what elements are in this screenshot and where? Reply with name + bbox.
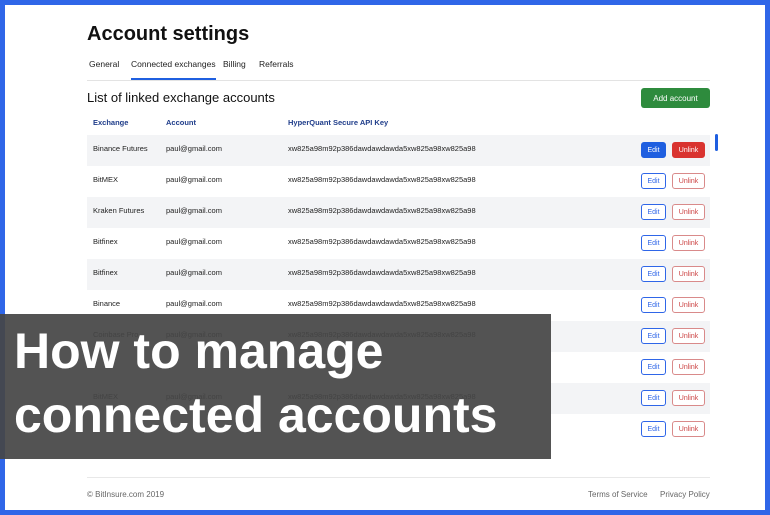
tab-connected-exchanges[interactable]: Connected exchanges xyxy=(131,58,216,80)
table-row[interactable]: BitMEX paul@gmail.com xw825a98m92p386dawda… xyxy=(87,166,710,197)
table-row[interactable]: Bitfinex paul@gmail.com xw825a98m92p386daw… xyxy=(87,259,710,290)
unlink-button[interactable]: Unlink xyxy=(672,173,705,189)
account-email: paul@gmail.com xyxy=(166,175,222,184)
account-email: paul@gmail.com xyxy=(166,144,222,153)
unlink-button[interactable]: Unlink xyxy=(672,328,705,344)
tab-referrals[interactable]: Referrals xyxy=(259,58,293,78)
edit-button[interactable]: Edit xyxy=(641,142,666,158)
account-email: paul@gmail.com xyxy=(166,237,222,246)
unlink-button[interactable]: Unlink xyxy=(672,421,705,437)
edit-button[interactable]: Edit xyxy=(641,359,666,375)
api-key: xw825a98m92p386dawdawdawda5xw825a98xw825… xyxy=(288,268,476,277)
edit-button[interactable]: Edit xyxy=(641,204,666,220)
column-header-api-key: HyperQuant Secure API Key xyxy=(288,118,389,127)
edit-button[interactable]: Edit xyxy=(641,390,666,406)
column-header-account: Account xyxy=(166,118,196,127)
add-account-button[interactable]: Add account xyxy=(641,88,710,108)
exchange-name: Binance xyxy=(93,299,121,308)
unlink-button[interactable]: Unlink xyxy=(672,235,705,251)
exchange-name: Bitfinex xyxy=(93,237,118,246)
exchange-name: BitMEX xyxy=(93,175,119,184)
tab-billing[interactable]: Billing xyxy=(223,58,246,78)
edit-button[interactable]: Edit xyxy=(641,235,666,251)
tab-general[interactable]: General xyxy=(89,58,119,78)
unlink-button[interactable]: Unlink xyxy=(672,204,705,220)
account-email: paul@gmail.com xyxy=(166,268,222,277)
column-header-exchange: Exchange xyxy=(93,118,129,127)
privacy-link[interactable]: Privacy Policy xyxy=(660,490,710,499)
api-key: xw825a98m92p386dawdawdawda5xw825a98xw825… xyxy=(288,299,476,308)
unlink-button[interactable]: Unlink xyxy=(672,266,705,282)
api-key: xw825a98m92p386dawdawdawda5xw825a98xw825… xyxy=(288,175,476,184)
banner-line-2: connected accounts xyxy=(14,387,498,443)
terms-link[interactable]: Terms of Service xyxy=(588,490,648,499)
edit-button[interactable]: Edit xyxy=(641,421,666,437)
footer-divider xyxy=(87,477,710,478)
page-title: Account settings xyxy=(87,23,250,45)
copyright-text: © BitInsure.com 2019 xyxy=(87,490,165,499)
exchange-name: Binance Futures xyxy=(93,144,148,153)
exchange-name: Bitfinex xyxy=(93,268,118,277)
unlink-button[interactable]: Unlink xyxy=(672,297,705,313)
table-row[interactable]: Bitfinex paul@gmail.com xw825a98m92p386daw… xyxy=(87,228,710,259)
scrollbar[interactable] xyxy=(715,134,718,151)
edit-button[interactable]: Edit xyxy=(641,328,666,344)
api-key: xw825a98m92p386dawdawdawda5xw825a98xw825… xyxy=(288,144,476,153)
table-row[interactable]: Binance Futures paul@gmail.com xw825a98m92… xyxy=(87,135,710,166)
unlink-button[interactable]: Unlink xyxy=(672,142,705,158)
unlink-button[interactable]: Unlink xyxy=(672,359,705,375)
banner-line-1: How to manage xyxy=(14,323,384,379)
exchange-name: Kraken Futures xyxy=(93,206,145,215)
title-banner: How to manage connected accounts xyxy=(0,314,551,459)
account-email: paul@gmail.com xyxy=(166,206,222,215)
table-row[interactable]: Kraken Futures paul@gmail.com xw825a98m92p… xyxy=(87,197,710,228)
edit-button[interactable]: Edit xyxy=(641,297,666,313)
section-title: List of linked exchange accounts xyxy=(87,90,275,105)
account-email: paul@gmail.com xyxy=(166,299,222,308)
unlink-button[interactable]: Unlink xyxy=(672,390,705,406)
settings-tabs: General Connected exchanges Billing Refe… xyxy=(87,58,710,81)
edit-button[interactable]: Edit xyxy=(641,173,666,189)
api-key: xw825a98m92p386dawdawdawda5xw825a98xw825… xyxy=(288,237,476,246)
edit-button[interactable]: Edit xyxy=(641,266,666,282)
api-key: xw825a98m92p386dawdawdawda5xw825a98xw825… xyxy=(288,206,476,215)
